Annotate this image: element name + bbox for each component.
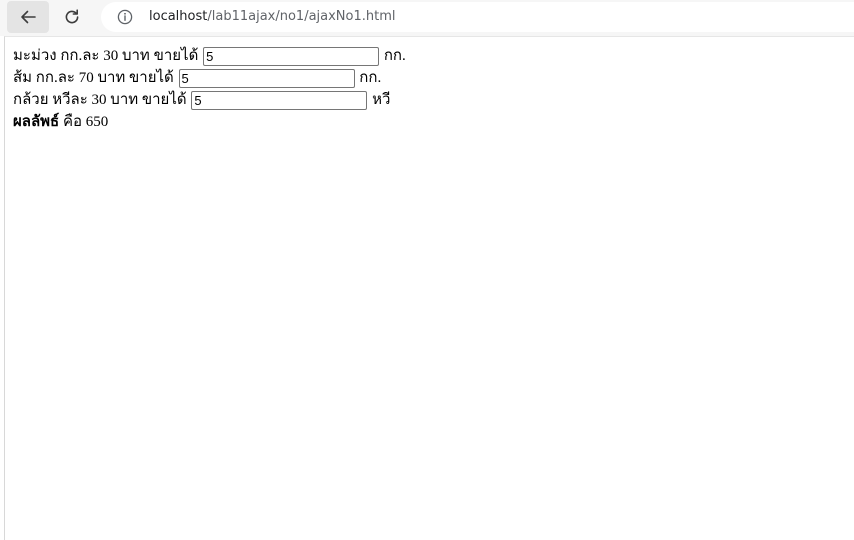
back-button[interactable] — [7, 1, 49, 33]
mango-quantity-input[interactable] — [203, 47, 380, 67]
address-bar[interactable]: localhost/lab11ajax/no1/ajaxNo1.html — [101, 2, 854, 32]
banana-label: กล้วย หวีละ 30 บาท ขายได้ — [13, 92, 187, 108]
url-text[interactable]: localhost/lab11ajax/no1/ajaxNo1.html — [149, 8, 396, 26]
orange-quantity-input[interactable] — [178, 69, 355, 89]
total-value: คือ 650 — [62, 114, 109, 130]
banana-row: กล้วย หวีละ 30 บาท ขายได้ หวี — [13, 89, 406, 111]
mango-unit: กก. — [383, 48, 406, 64]
orange-row: ส้ม กก.ละ 70 บาท ขายได้ กก. — [13, 67, 406, 89]
reload-icon — [65, 9, 79, 24]
url-host: localhost — [149, 9, 208, 24]
arrow-left-icon — [21, 10, 36, 24]
mango-row: มะม่วง กก.ละ 30 บาท ขายได้ กก. — [13, 45, 406, 67]
info-icon[interactable] — [117, 9, 133, 25]
sales-form: มะม่วง กก.ละ 30 บาท ขายได้ กก. ส้ม กก.ละ… — [13, 45, 406, 133]
mango-label: มะม่วง กก.ละ 30 บาท ขายได้ — [13, 48, 199, 64]
orange-label: ส้ม กก.ละ 70 บาท ขายได้ — [13, 70, 174, 86]
page-viewport: มะม่วง กก.ละ 30 บาท ขายได้ กก. ส้ม กก.ละ… — [4, 36, 854, 540]
total-label: ผลลัพธ์ — [13, 114, 60, 130]
reload-button[interactable] — [51, 1, 93, 33]
browser-window: localhost/lab11ajax/no1/ajaxNo1.html มะม… — [0, 0, 854, 540]
banana-unit: หวี — [372, 92, 391, 108]
total-row: ผลลัพธ์ คือ 650 — [13, 111, 406, 133]
banana-quantity-input[interactable] — [191, 91, 368, 111]
orange-unit: กก. — [359, 70, 382, 86]
browser-toolbar: localhost/lab11ajax/no1/ajaxNo1.html — [0, 0, 854, 36]
url-path: /lab11ajax/no1/ajaxNo1.html — [207, 9, 396, 24]
